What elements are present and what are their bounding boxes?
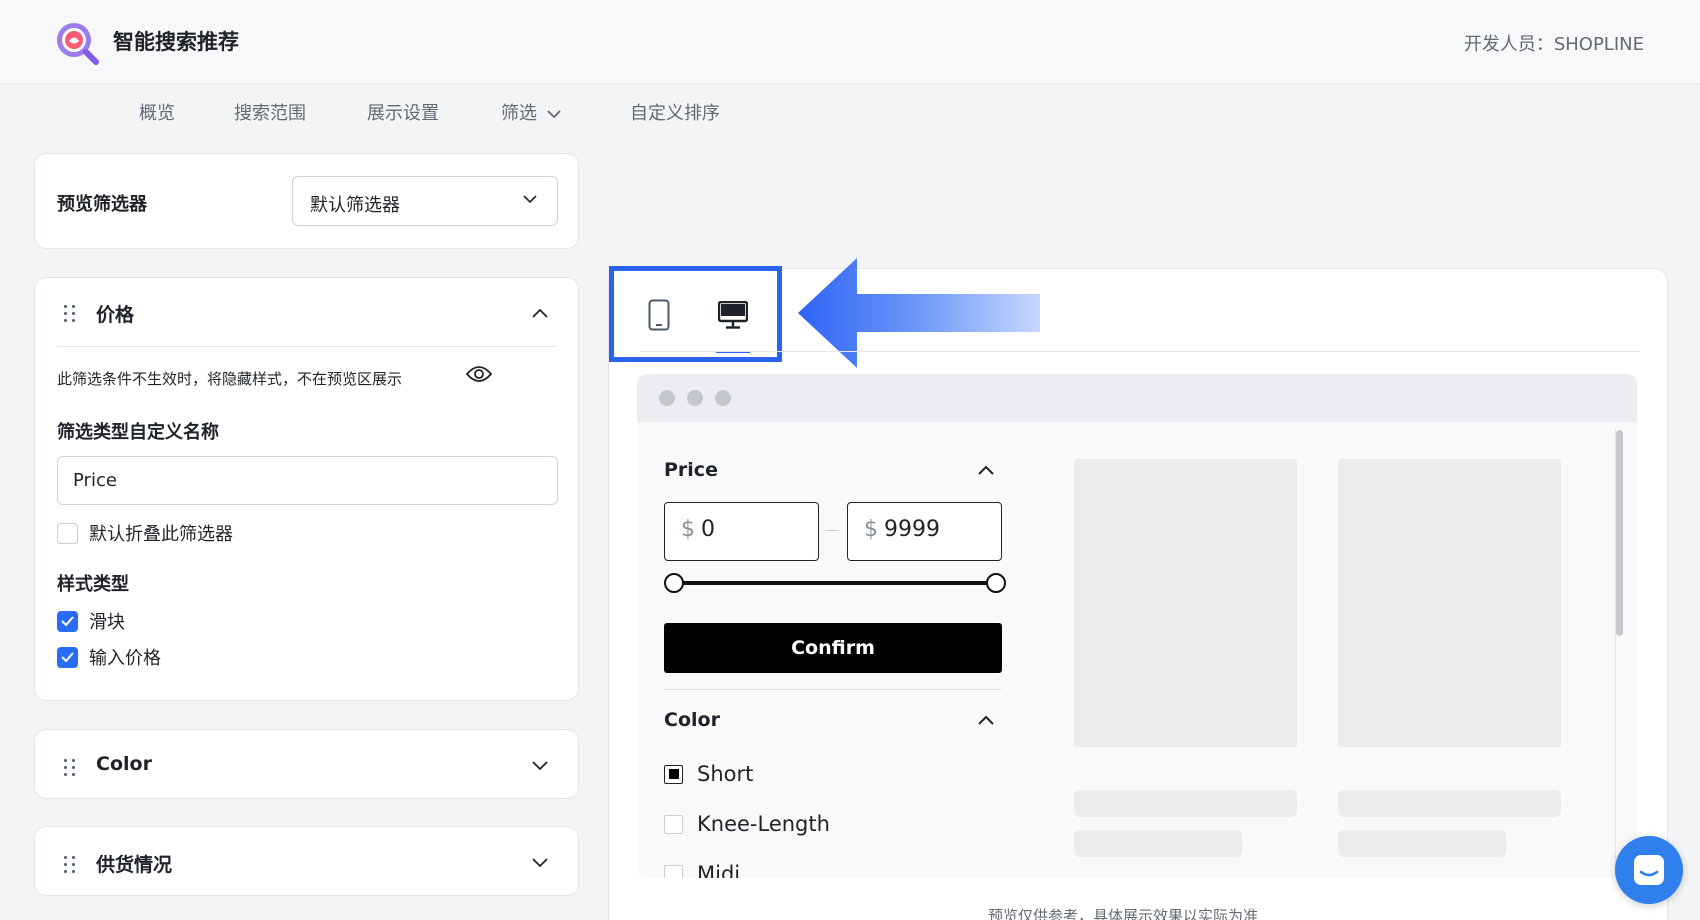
range-separator [825, 530, 839, 531]
checkmark-icon [57, 646, 78, 668]
arrow-left-icon [798, 258, 1040, 368]
window-dot [687, 390, 703, 406]
sf-min-price-input[interactable]: $0 [664, 502, 819, 561]
chat-icon [1634, 855, 1664, 885]
checkbox-box [664, 814, 683, 834]
chevron-down-icon [547, 109, 561, 118]
nav-custom-sort[interactable]: 自定义排序 [630, 99, 720, 125]
eye-icon[interactable] [465, 364, 493, 384]
card-divider [57, 346, 556, 347]
preview-filter-card: 预览筛选器 默认筛选器 [34, 153, 579, 249]
style-input-price-checkbox[interactable]: 输入价格 [57, 644, 161, 670]
nav-filter-label: 筛选 [501, 103, 537, 124]
nav-display-settings[interactable]: 展示设置 [367, 99, 439, 125]
browser-mockup: Price $0 $9999 Confirm Color Short Knee-… [637, 374, 1637, 878]
color-card-title: Color [96, 753, 152, 775]
chevron-up-icon[interactable] [532, 308, 548, 318]
nav-overview[interactable]: 概览 [139, 99, 175, 125]
sf-min-price-value: 0 [701, 517, 715, 542]
checkbox-box [57, 522, 78, 544]
storefront-preview: Price $0 $9999 Confirm Color Short Knee-… [637, 422, 1637, 878]
checkbox-box [664, 764, 683, 784]
app-title: 智能搜索推荐 [113, 30, 239, 54]
sf-color-option-label: Short [697, 762, 754, 786]
sf-color-option-label: Knee-Length [697, 812, 830, 836]
price-filter-card: 价格 此筛选条件不生效时，将隐藏样式，不在预览区展示 筛选类型自定义名称 默认折… [34, 277, 579, 701]
chat-button[interactable] [1615, 836, 1683, 904]
sf-color-option-label: Midi [697, 862, 741, 878]
slider-min-handle[interactable] [664, 573, 684, 593]
price-slider-track [672, 581, 992, 585]
currency-symbol: $ [864, 517, 878, 542]
drag-handle-icon[interactable] [64, 856, 76, 873]
chevron-down-icon[interactable] [532, 761, 548, 771]
sf-max-price-input[interactable]: $9999 [847, 502, 1002, 561]
product-title-placeholder [1074, 790, 1297, 817]
checkmark-icon [57, 610, 78, 632]
product-image-placeholder [1074, 459, 1297, 747]
sf-max-price-value: 9999 [884, 517, 940, 542]
style-type-label: 样式类型 [57, 574, 129, 595]
availability-filter-card[interactable]: 供货情况 [34, 826, 579, 896]
style-slider-checkbox[interactable]: 滑块 [57, 608, 125, 634]
preview-filter-label: 预览筛选器 [57, 194, 147, 215]
sf-price-title: Price [664, 459, 718, 481]
custom-name-label: 筛选类型自定义名称 [57, 422, 219, 443]
product-price-placeholder [1338, 830, 1506, 857]
drag-handle-icon[interactable] [64, 305, 76, 322]
app-logo-icon [54, 20, 100, 66]
color-filter-card[interactable]: Color [34, 729, 579, 799]
filter-divider [664, 689, 1002, 690]
custom-name-input[interactable] [57, 456, 558, 505]
slider-max-handle[interactable] [986, 573, 1006, 593]
style-input-price-label: 输入价格 [89, 648, 161, 669]
sf-color-option[interactable]: Short [664, 762, 753, 786]
drag-handle-icon[interactable] [64, 759, 76, 776]
preview-footer-note: 预览仅供参考，具体展示效果以实际为准 [988, 907, 1259, 920]
availability-card-title: 供货情况 [96, 854, 173, 876]
chevron-up-icon[interactable] [978, 715, 994, 725]
product-price-placeholder [1074, 830, 1242, 857]
style-slider-label: 滑块 [89, 612, 125, 633]
window-dot [659, 390, 675, 406]
preview-filter-select[interactable]: 默认筛选器 [292, 176, 558, 226]
currency-symbol: $ [681, 517, 695, 542]
chevron-down-icon[interactable] [532, 858, 548, 868]
nav-display-settings-label: 展示设置 [367, 103, 439, 124]
mobile-icon[interactable] [648, 299, 670, 335]
chevron-up-icon[interactable] [978, 465, 994, 475]
sf-confirm-button[interactable]: Confirm [664, 623, 1002, 673]
sf-color-title: Color [664, 709, 720, 731]
top-bar: 智能搜索推荐 开发人员：SHOPLINE [0, 0, 1700, 84]
developer-label: 开发人员：SHOPLINE [1463, 34, 1644, 55]
panel-divider [640, 351, 1640, 352]
browser-title-bar [637, 374, 1637, 422]
window-dot [715, 390, 731, 406]
chevron-down-icon [523, 195, 537, 204]
product-title-placeholder [1338, 790, 1561, 817]
scrollbar-thumb[interactable] [1616, 430, 1623, 636]
price-card-title: 价格 [96, 304, 135, 326]
collapse-checkbox[interactable]: 默认折叠此筛选器 [57, 520, 233, 546]
product-image-placeholder [1338, 459, 1561, 747]
nav-filter[interactable]: 筛选 [501, 99, 561, 125]
desktop-icon[interactable] [717, 300, 749, 333]
checkbox-box [664, 864, 683, 878]
main-nav: 概览 搜索范围 展示设置 筛选 自定义排序 [0, 84, 1700, 138]
device-switcher [609, 266, 782, 362]
sf-color-option[interactable]: Midi [664, 862, 740, 878]
nav-search-scope[interactable]: 搜索范围 [234, 99, 306, 125]
collapse-checkbox-label: 默认折叠此筛选器 [89, 524, 233, 545]
preview-filter-value: 默认筛选器 [310, 195, 400, 216]
price-hint-text: 此筛选条件不生效时，将隐藏样式，不在预览区展示 [57, 370, 403, 388]
sf-color-option[interactable]: Knee-Length [664, 812, 830, 836]
